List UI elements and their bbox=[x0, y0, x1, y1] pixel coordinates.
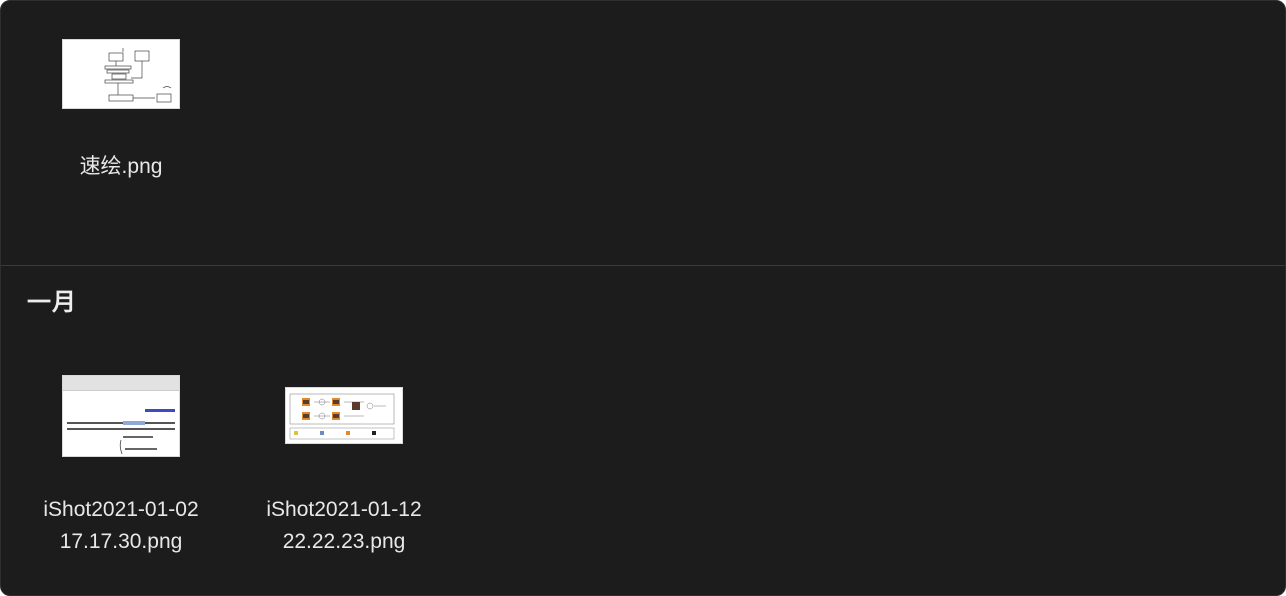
file-item-sketch[interactable]: 速绘.png bbox=[21, 39, 221, 189]
file-item-ishot-0102[interactable]: iShot2021-01-02 17.17.30.png bbox=[21, 375, 221, 565]
file-name-line: iShot2021-01-12 bbox=[266, 498, 422, 521]
ishot-0112-thumbnail bbox=[285, 387, 403, 444]
flowchart-sketch-icon bbox=[104, 48, 172, 103]
file-name-line: 22.22.23.png bbox=[282, 530, 406, 553]
network-diagram-icon bbox=[289, 393, 395, 440]
section-divider bbox=[1, 265, 1285, 266]
file-name: iShot2021-01-12 22.22.23.png bbox=[244, 494, 444, 558]
document-page-icon bbox=[63, 376, 179, 455]
file-name: iShot2021-01-02 17.17.30.png bbox=[21, 494, 221, 558]
section-title: 一月 bbox=[27, 288, 77, 316]
ishot-0102-thumbnail bbox=[62, 375, 180, 457]
finder-window: 速绘.png 一月 iShot2021-01-02 17.17.30.png i… bbox=[0, 0, 1286, 596]
file-name-line: 17.17.30.png bbox=[59, 530, 183, 553]
sketch-thumbnail bbox=[62, 39, 180, 109]
file-name: 速绘.png bbox=[21, 151, 221, 183]
file-name-line: iShot2021-01-02 bbox=[43, 498, 199, 521]
file-name-line: 速绘.png bbox=[79, 155, 163, 178]
file-item-ishot-0112[interactable]: iShot2021-01-12 22.22.23.png bbox=[244, 387, 444, 565]
